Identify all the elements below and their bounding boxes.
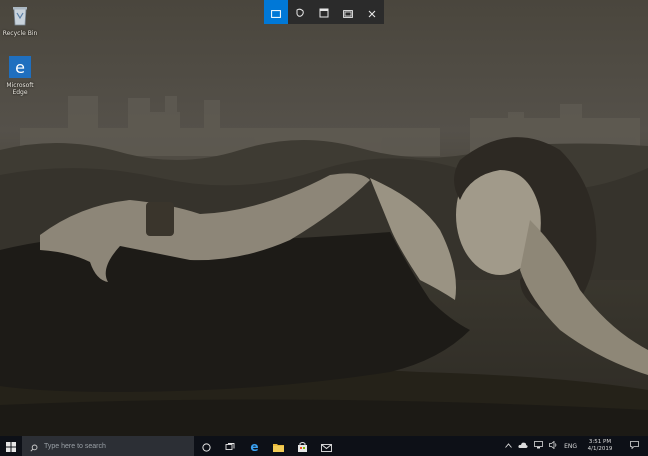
- search-icon: [30, 437, 38, 456]
- store-icon: [297, 437, 308, 456]
- cortana-button[interactable]: [194, 436, 218, 456]
- cortana-icon: [201, 437, 211, 456]
- clock[interactable]: 3:51 PM 4/1/2019: [580, 436, 620, 456]
- start-button[interactable]: [0, 436, 22, 456]
- speaker-icon: [549, 440, 558, 451]
- edge-taskbar-button[interactable]: e: [242, 436, 266, 456]
- file-explorer-button[interactable]: [266, 436, 290, 456]
- action-center-button[interactable]: [620, 436, 648, 456]
- desktop-icon-recycle-bin[interactable]: Recycle Bin: [0, 4, 40, 37]
- mail-button[interactable]: [314, 436, 338, 456]
- svg-text:e: e: [15, 58, 25, 77]
- task-view-button[interactable]: [218, 436, 242, 456]
- file-explorer-icon: [272, 437, 284, 456]
- system-tray: ENG 3:51 PM 4/1/2019: [502, 436, 648, 456]
- desktop: Recycle Bin e Microsoft Edge: [0, 0, 648, 436]
- windows-logo-icon: [6, 437, 16, 456]
- network-icon: [534, 441, 543, 451]
- store-button[interactable]: [290, 436, 314, 456]
- freeform-snip-button[interactable]: [288, 0, 312, 24]
- close-snip-button[interactable]: [360, 0, 384, 24]
- desktop-icon-label: Microsoft Edge: [6, 82, 34, 96]
- desktop-icon-label: Recycle Bin: [2, 30, 38, 37]
- snip-toolbar: [264, 0, 384, 24]
- cloud-icon: [518, 442, 528, 450]
- show-hidden-icons-button[interactable]: [502, 436, 515, 456]
- rectangle-snip-icon: [271, 3, 281, 22]
- recycle-bin-icon: [0, 4, 40, 28]
- rectangular-snip-button[interactable]: [264, 0, 288, 24]
- network-button[interactable]: [531, 436, 546, 456]
- fullscreen-snip-button[interactable]: [336, 0, 360, 24]
- window-snip-icon: [319, 3, 329, 22]
- fullscreen-snip-icon: [343, 3, 353, 22]
- edge-icon: e: [249, 437, 260, 456]
- notification-icon: [629, 441, 639, 451]
- mail-icon: [320, 437, 332, 456]
- language-indicator[interactable]: ENG: [561, 436, 580, 456]
- task-view-icon: [225, 437, 235, 456]
- edge-icon: e: [0, 56, 40, 80]
- desktop-icon-edge[interactable]: e Microsoft Edge: [0, 56, 40, 96]
- chevron-up-icon: [505, 442, 512, 450]
- clock-date: 4/1/2019: [587, 446, 613, 452]
- svg-text:e: e: [250, 441, 258, 452]
- search-placeholder: Type here to search: [44, 442, 106, 450]
- clock-time: 3:51 PM: [588, 439, 612, 445]
- close-icon: [368, 3, 376, 22]
- taskbar-search-box[interactable]: Type here to search: [22, 436, 194, 456]
- taskbar: Type here to search e ENG 3:51 PM 4/1/20…: [0, 436, 648, 456]
- window-snip-button[interactable]: [312, 0, 336, 24]
- onedrive-button[interactable]: [515, 436, 531, 456]
- freeform-snip-icon: [295, 3, 305, 22]
- volume-button[interactable]: [546, 436, 561, 456]
